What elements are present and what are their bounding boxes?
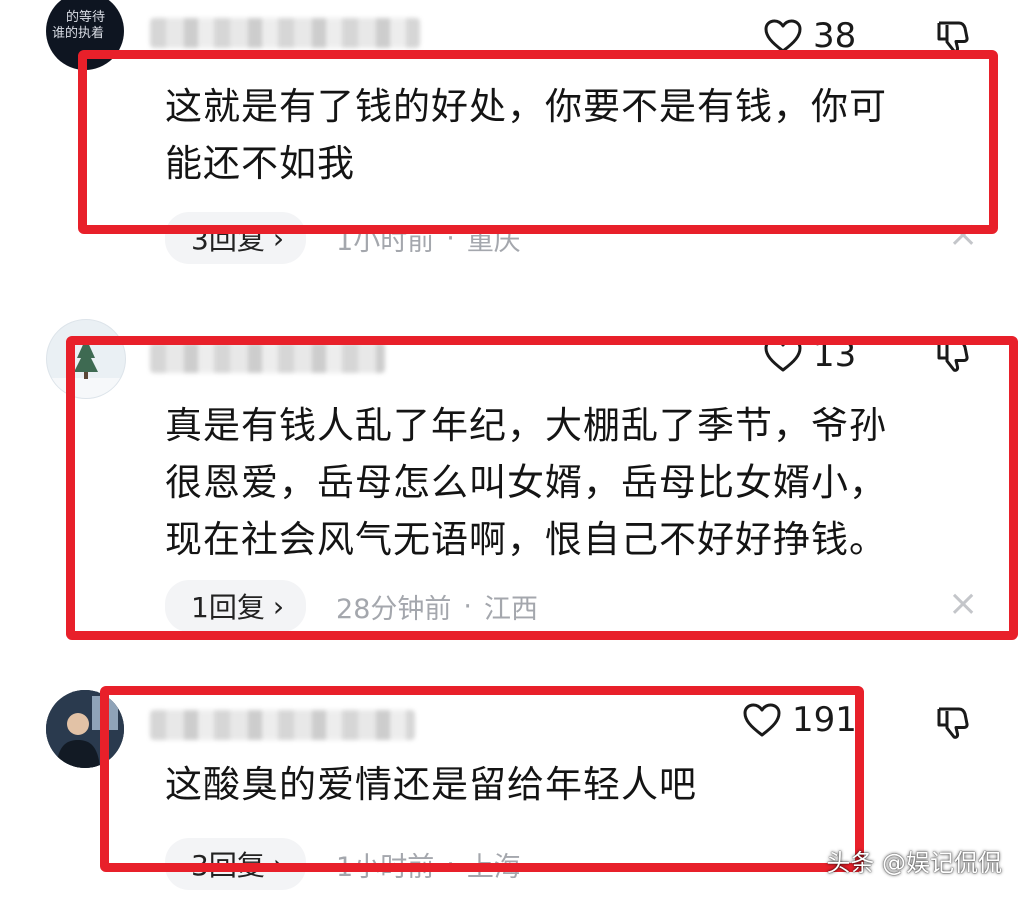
highlight-box <box>78 50 998 234</box>
avatar-caption-line: 谁的执着 <box>52 26 105 41</box>
thumbs-down-icon <box>937 21 969 53</box>
highlight-box <box>100 686 864 872</box>
avatar-caption-line: 的等待 <box>66 10 106 25</box>
username-blurred[interactable] <box>150 18 420 48</box>
thumbs-down-icon <box>937 707 969 739</box>
highlight-box <box>66 336 1018 640</box>
watermark: 头条 @娱记侃侃 <box>826 849 1002 877</box>
dislike-button[interactable] <box>935 704 971 744</box>
heart-outline-icon <box>764 19 802 53</box>
